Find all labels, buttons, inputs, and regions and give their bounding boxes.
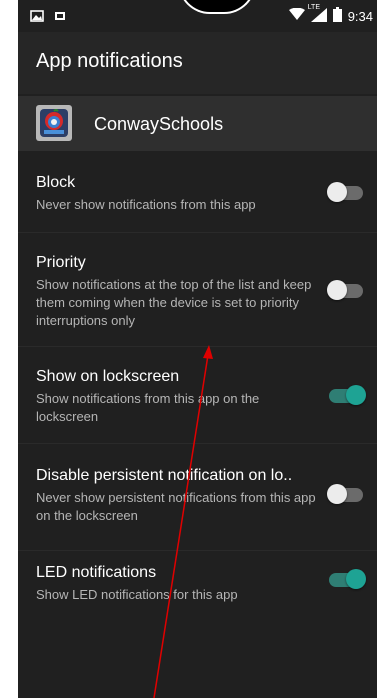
annotation-arrow xyxy=(153,345,213,698)
